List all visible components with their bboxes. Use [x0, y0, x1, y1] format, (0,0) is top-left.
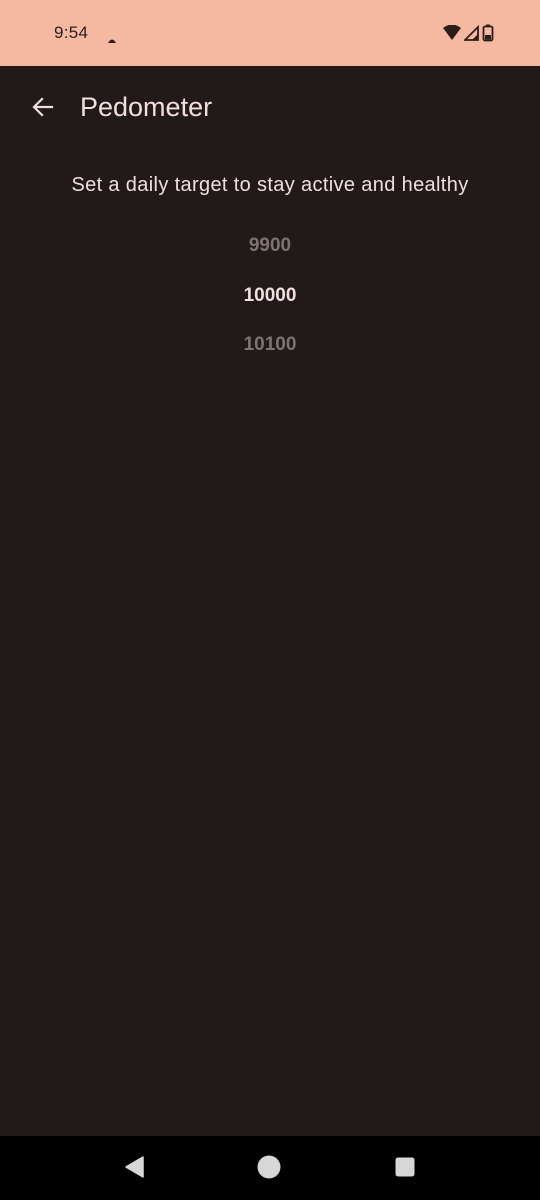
- cell-signal-icon: [462, 24, 479, 46]
- target-description: Set a daily target to stay active and he…: [71, 174, 469, 196]
- home-circle-icon: [256, 1154, 282, 1185]
- picker-previous-value[interactable]: 9900: [170, 235, 370, 257]
- system-nav-bar: [0, 1136, 540, 1200]
- nav-recents-button[interactable]: [390, 1154, 420, 1184]
- picker-next-value[interactable]: 10100: [170, 334, 370, 356]
- recents-square-icon: [394, 1156, 416, 1183]
- nav-home-button[interactable]: [254, 1154, 284, 1184]
- app-bar: Pedometer: [0, 66, 540, 152]
- status-bar: 9:54: [0, 0, 540, 66]
- status-icons: [443, 24, 494, 47]
- page-title: Pedometer: [80, 92, 213, 122]
- back-triangle-icon: [122, 1155, 146, 1184]
- status-time: 9:54: [54, 23, 89, 42]
- wifi-icon: [443, 24, 461, 46]
- step-target-picker[interactable]: 9900 10000 10100: [170, 222, 370, 372]
- battery-icon: [482, 24, 494, 47]
- picker-selected-value[interactable]: 10000: [170, 285, 370, 307]
- notification-icon: [107, 30, 117, 43]
- nav-back-button[interactable]: [119, 1154, 149, 1184]
- arrow-left-icon: [31, 95, 55, 124]
- back-button[interactable]: [22, 88, 64, 130]
